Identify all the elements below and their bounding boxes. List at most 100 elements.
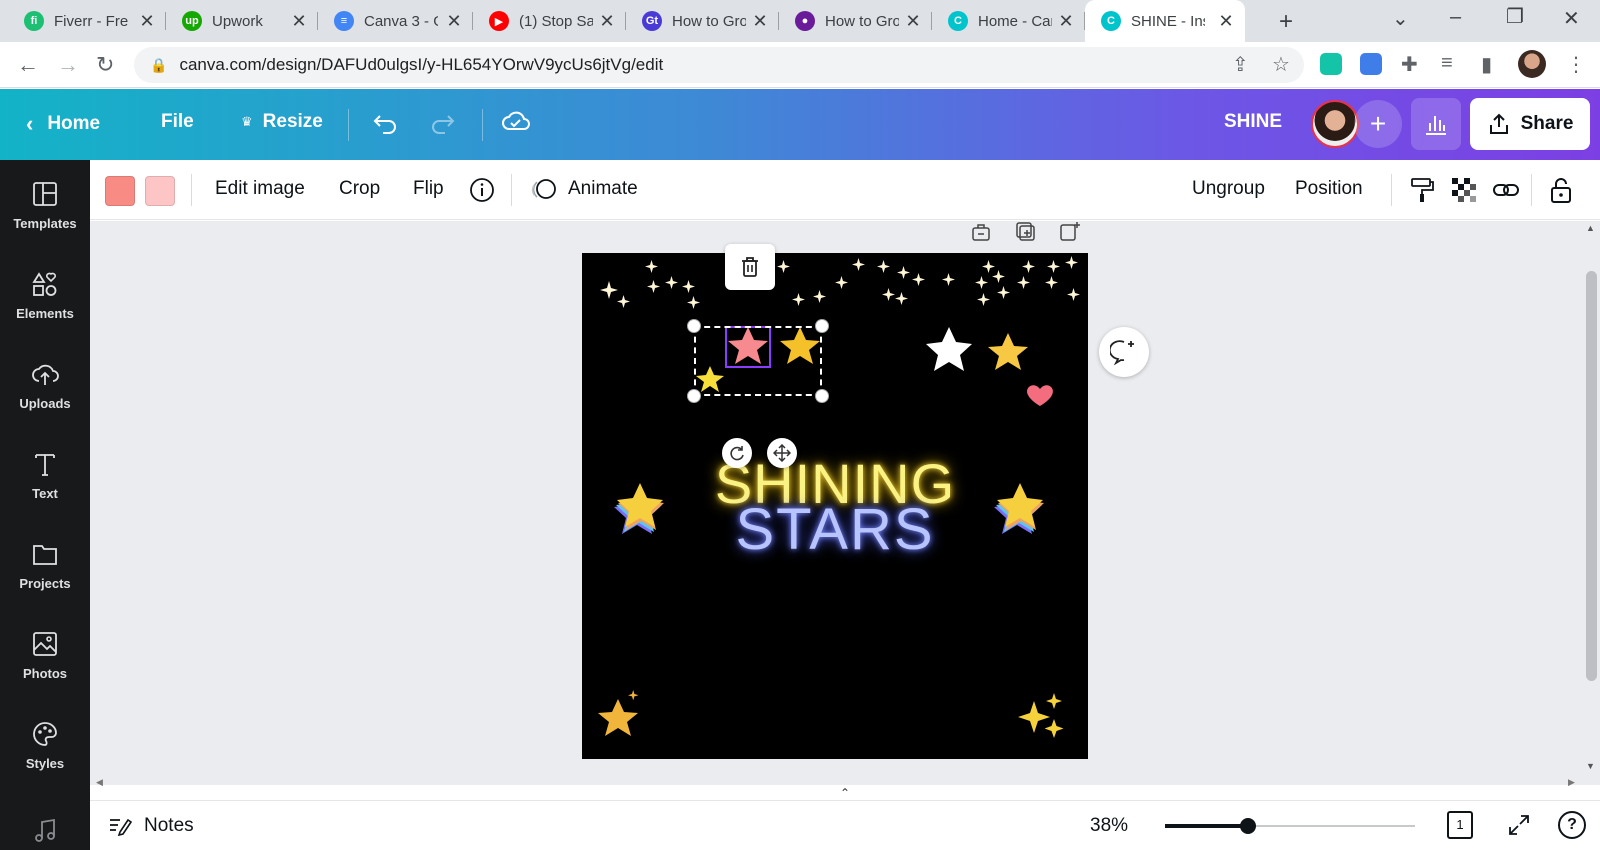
position-button[interactable]: Position	[1295, 178, 1363, 200]
close-window-icon[interactable]: ✕	[1563, 6, 1580, 31]
close-tab-icon[interactable]: ✕	[445, 11, 463, 32]
notes-button[interactable]: Notes	[108, 815, 194, 837]
duplicate-page-icon[interactable]	[1015, 222, 1037, 247]
zoom-level[interactable]: 38%	[1090, 815, 1128, 837]
browser-tab[interactable]: C SHINE - Instagram ✕	[1085, 0, 1245, 42]
extensions-puzzle-icon[interactable]: ✚	[1401, 52, 1418, 77]
sidebar-item-projects[interactable]: Projects	[0, 525, 90, 605]
help-icon[interactable]: ?	[1558, 811, 1586, 839]
ungroup-button[interactable]: Ungroup	[1192, 178, 1265, 200]
link-icon[interactable]	[1491, 175, 1521, 205]
delete-trash-icon[interactable]	[725, 244, 775, 290]
sidebar-item-styles[interactable]: Styles	[0, 705, 90, 785]
flip-button[interactable]: Flip	[413, 178, 444, 200]
fullscreen-icon[interactable]	[1507, 813, 1531, 842]
browser-tab[interactable]: ▶ (1) Stop Saying ✕	[473, 0, 626, 42]
close-tab-icon[interactable]: ✕	[1217, 11, 1235, 32]
scroll-right-icon[interactable]: ▶	[1568, 777, 1575, 788]
sidebar-item-audio[interactable]	[0, 795, 90, 850]
extension-download-icon[interactable]	[1320, 53, 1342, 75]
bottom-right-sparkles[interactable]	[1018, 693, 1064, 738]
move-icon[interactable]	[767, 438, 797, 468]
url-field[interactable]: 🔒 canva.com/design/DAFUd0ulgsI/y-HL654YO…	[134, 47, 1304, 83]
rotate-icon[interactable]	[722, 438, 752, 468]
scroll-down-icon[interactable]: ▼	[1586, 761, 1595, 771]
forward-icon[interactable]: →	[57, 52, 79, 78]
scroll-left-icon[interactable]: ◀	[96, 777, 103, 788]
color-swatch-2[interactable]	[145, 176, 175, 206]
browser-menu-icon[interactable]: ⋮	[1566, 52, 1586, 77]
extension-translate-icon[interactable]	[1360, 53, 1382, 75]
design-canvas[interactable]: SHINING STARS	[582, 253, 1088, 759]
file-menu-button[interactable]: File	[161, 111, 194, 133]
browser-tab[interactable]: ≡ Canva 3 - Google Docs ✕	[318, 0, 473, 42]
browser-tab[interactable]: C Home - Canva ✕	[932, 0, 1085, 42]
share-label: Share	[1520, 113, 1574, 134]
zoom-slider-knob[interactable]	[1240, 818, 1256, 834]
resize-handle-br[interactable]	[815, 389, 829, 403]
sidebar-item-label: Uploads	[19, 395, 71, 411]
design-title[interactable]: SHINE	[1224, 111, 1282, 133]
zoom-slider[interactable]	[1165, 818, 1415, 834]
page-count-button[interactable]: 1	[1447, 811, 1473, 839]
browser-tab[interactable]: fi Fiverr - Freelance ✕	[8, 0, 166, 42]
close-tab-icon[interactable]: ✕	[138, 11, 156, 32]
new-tab-button[interactable]: +	[1279, 8, 1293, 36]
resize-handle-tl[interactable]	[687, 319, 701, 333]
tab-search-icon[interactable]: ⌄	[1392, 6, 1409, 31]
sidebar-item-text[interactable]: Text	[0, 435, 90, 515]
close-tab-icon[interactable]: ✕	[598, 11, 616, 32]
paint-roller-icon[interactable]	[1407, 175, 1437, 205]
resize-handle-tr[interactable]	[815, 319, 829, 333]
browser-profile-avatar[interactable]	[1518, 50, 1546, 78]
scroll-up-icon[interactable]: ▲	[1586, 223, 1595, 233]
add-page-icon[interactable]	[1059, 222, 1081, 247]
bottom-left-star[interactable]	[598, 699, 638, 736]
collaborator-avatar[interactable]	[1311, 100, 1359, 148]
insights-chart-icon[interactable]	[1411, 98, 1461, 150]
info-icon[interactable]	[467, 175, 497, 205]
browser-tab[interactable]: ● How to Grow ✕	[779, 0, 932, 42]
sidebar-item-elements[interactable]: Elements	[0, 255, 90, 335]
pink-heart[interactable]	[1027, 385, 1053, 406]
close-tab-icon[interactable]: ✕	[904, 11, 922, 32]
vertical-scrollbar[interactable]: ▲ ▼	[1582, 221, 1600, 785]
crop-button[interactable]: Crop	[339, 178, 380, 200]
color-swatch-1[interactable]	[105, 176, 135, 206]
sidebar-item-uploads[interactable]: Uploads	[0, 345, 90, 425]
gold-star[interactable]	[988, 333, 1028, 370]
edit-image-button[interactable]: Edit image	[215, 178, 305, 200]
add-comment-icon[interactable]	[1099, 327, 1149, 377]
restore-icon[interactable]: ❐	[1506, 4, 1524, 29]
unlock-icon[interactable]	[1546, 175, 1576, 205]
close-tab-icon[interactable]: ✕	[751, 11, 769, 32]
bookmark-star-icon[interactable]: ☆	[1272, 52, 1290, 77]
transparency-icon[interactable]	[1449, 175, 1479, 205]
sidebar-item-templates[interactable]: Templates	[0, 165, 90, 245]
browser-tab[interactable]: Gt How to Grow ✕	[626, 0, 779, 42]
media-queue-icon[interactable]: ≡	[1441, 52, 1453, 75]
share-page-icon[interactable]: ⇪	[1232, 52, 1249, 77]
page-lock-icon[interactable]	[970, 222, 992, 247]
side-panel-icon[interactable]: ▮	[1481, 52, 1492, 77]
home-button[interactable]: ‹ Home	[26, 111, 100, 137]
scrollbar-thumb[interactable]	[1586, 271, 1597, 681]
undo-icon[interactable]	[371, 107, 399, 135]
animate-button[interactable]: Animate	[568, 178, 638, 200]
redo-icon[interactable]	[429, 107, 457, 135]
reload-icon[interactable]: ↻	[96, 52, 114, 78]
resize-button[interactable]: ♛ Resize	[241, 111, 323, 133]
selection-box[interactable]	[694, 326, 822, 396]
browser-tab[interactable]: up Upwork ✕	[166, 0, 318, 42]
share-button[interactable]: Share	[1470, 98, 1590, 150]
sidebar-item-photos[interactable]: Photos	[0, 615, 90, 695]
minimize-icon[interactable]: –	[1450, 6, 1461, 29]
white-star[interactable]	[926, 327, 972, 371]
invite-plus-icon[interactable]: +	[1354, 100, 1402, 148]
close-tab-icon[interactable]: ✕	[290, 11, 308, 32]
resize-handle-bl[interactable]	[687, 389, 701, 403]
headline-stars[interactable]: STARS	[582, 496, 1088, 563]
close-tab-icon[interactable]: ✕	[1057, 11, 1075, 32]
back-icon[interactable]: ←	[17, 52, 39, 78]
cloud-saved-icon[interactable]	[500, 107, 532, 135]
